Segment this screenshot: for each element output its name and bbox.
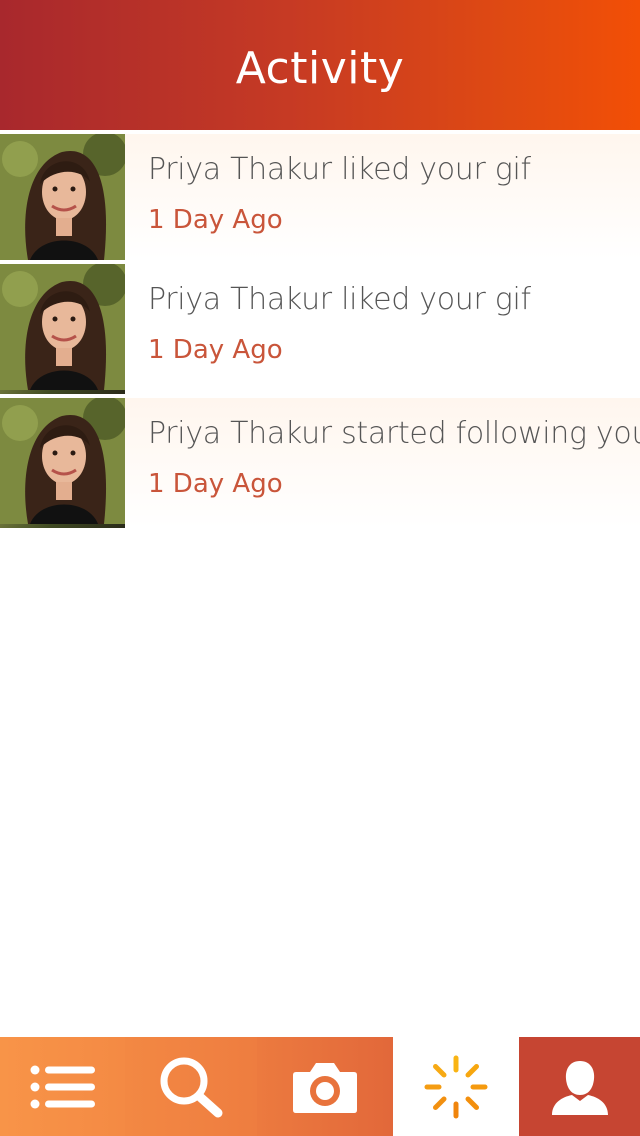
list-item[interactable]: Priya Thakur liked your gif 1 Day Ago xyxy=(0,134,640,260)
list-icon xyxy=(30,1065,95,1108)
camera-icon xyxy=(293,1062,357,1113)
tab-feed[interactable] xyxy=(0,1037,125,1136)
activity-spinner-icon xyxy=(424,1055,488,1118)
avatar[interactable] xyxy=(0,398,125,528)
activity-message: Priya Thakur started following you xyxy=(148,416,640,451)
tab-activity[interactable] xyxy=(393,1037,519,1136)
page-title: Activity xyxy=(235,42,405,94)
tab-camera[interactable] xyxy=(257,1037,393,1136)
avatar[interactable] xyxy=(0,134,125,260)
tab-search[interactable] xyxy=(125,1037,257,1136)
activity-list: Priya Thakur liked your gif 1 Day Ago Pr… xyxy=(0,130,640,528)
profile-icon xyxy=(551,1060,608,1115)
avatar[interactable] xyxy=(0,264,125,394)
activity-timestamp: 1 Day Ago xyxy=(148,205,283,235)
activity-message: Priya Thakur liked your gif xyxy=(148,282,531,317)
tab-profile[interactable] xyxy=(519,1037,640,1136)
tab-bar xyxy=(0,1037,640,1136)
activity-message: Priya Thakur liked your gif xyxy=(148,152,531,187)
list-item[interactable]: Priya Thakur liked your gif 1 Day Ago xyxy=(0,264,640,394)
search-icon xyxy=(160,1057,223,1117)
list-item[interactable]: Priya Thakur started following you 1 Day… xyxy=(0,398,640,528)
activity-timestamp: 1 Day Ago xyxy=(148,335,283,365)
activity-timestamp: 1 Day Ago xyxy=(148,469,283,499)
header-bar: Activity xyxy=(0,0,640,130)
